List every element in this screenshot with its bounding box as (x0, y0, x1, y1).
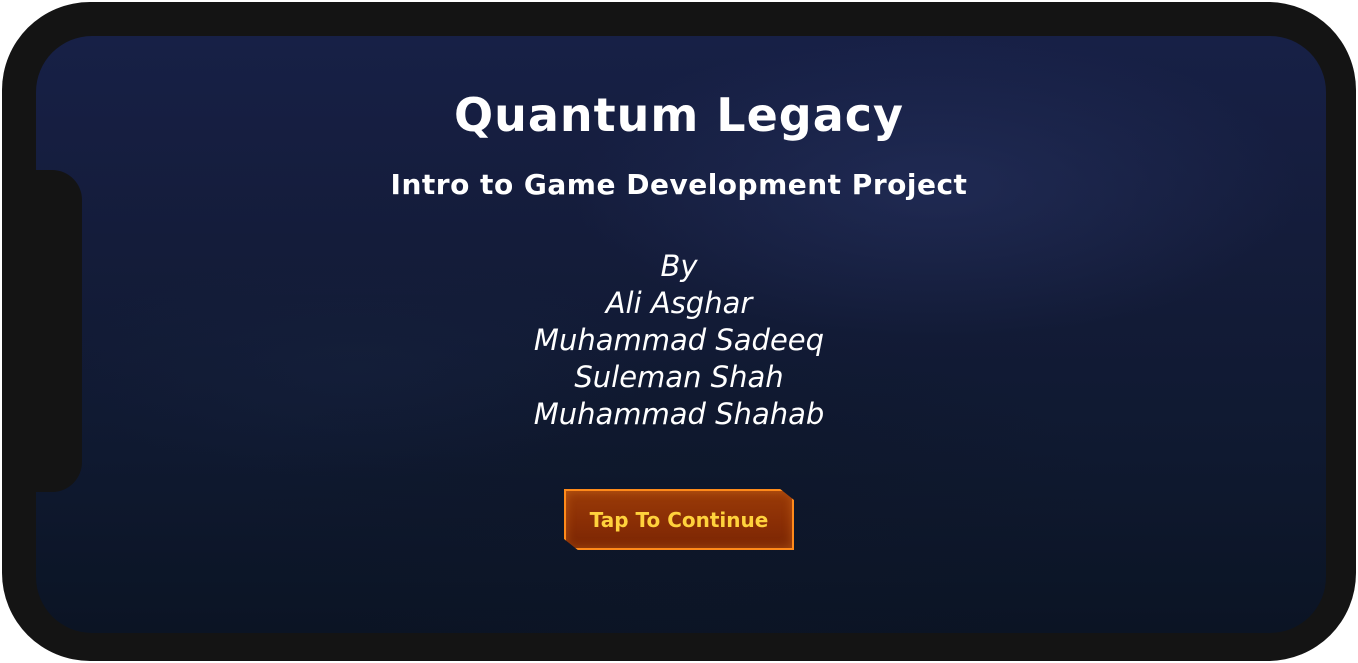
credits-by-label: By (660, 249, 698, 283)
credits-block: By Ali Asghar Muhammad Sadeeq Suleman Sh… (0, 248, 1358, 433)
game-title: Quantum Legacy (453, 88, 905, 142)
tap-to-continue-button[interactable]: Tap To Continue (564, 489, 794, 550)
credit-author: Ali Asghar (605, 286, 753, 320)
credit-author: Muhammad Sadeeq (533, 323, 825, 357)
credit-author: Muhammad Shahab (533, 397, 825, 431)
credit-author: Suleman Shah (574, 360, 784, 394)
tap-to-continue-label: Tap To Continue (589, 507, 769, 532)
game-subtitle: Intro to Game Development Project (390, 168, 968, 201)
